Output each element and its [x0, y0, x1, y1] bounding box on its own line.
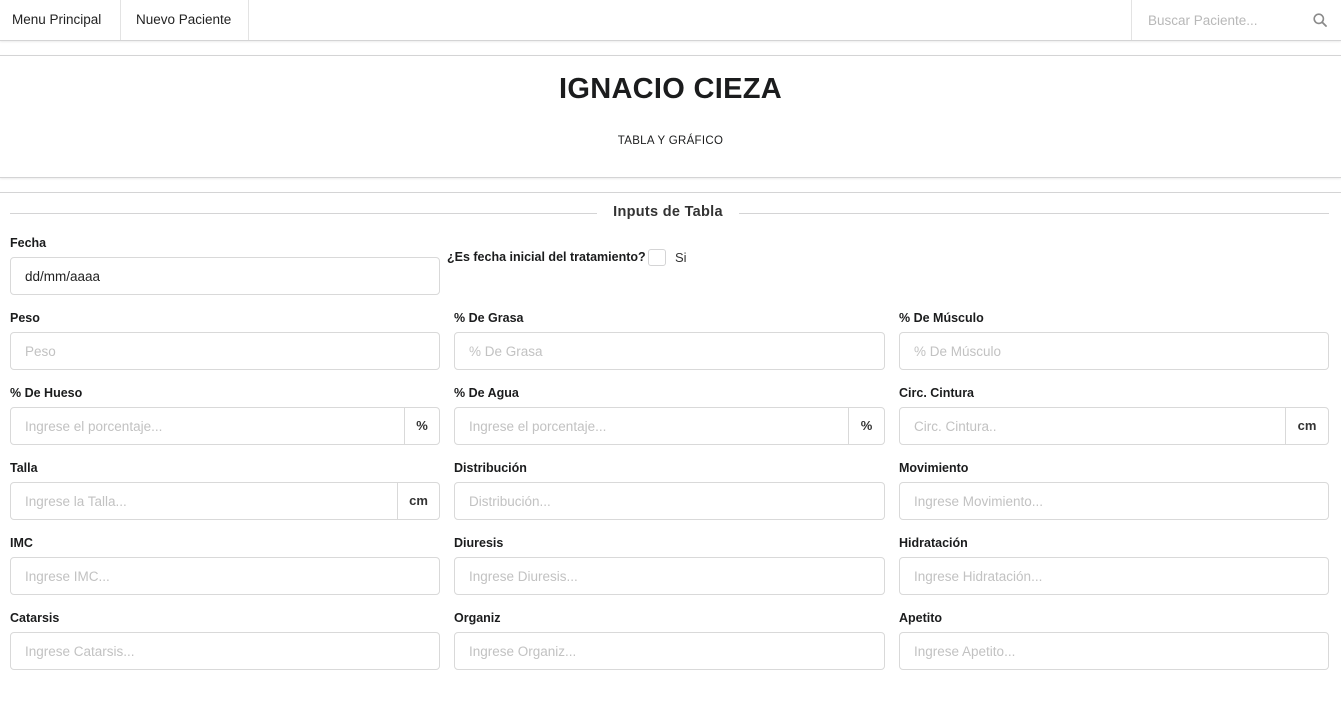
grasa-label: % De Grasa — [454, 311, 524, 325]
fecha-label: Fecha — [10, 236, 47, 250]
diuresis-label: Diuresis — [454, 536, 504, 550]
divider-line-left — [10, 213, 597, 214]
hidratacion-input[interactable] — [899, 557, 1329, 595]
organiz-label: Organiz — [454, 611, 501, 625]
nav-menu-principal[interactable]: Menu Principal — [0, 0, 121, 40]
musculo-input[interactable] — [899, 332, 1329, 370]
hueso-label: % De Hueso — [10, 386, 83, 400]
distribucion-label: Distribución — [454, 461, 527, 475]
hidratacion-label: Hidratación — [899, 536, 968, 550]
peso-label: Peso — [10, 311, 40, 325]
agua-unit-label: % — [848, 407, 885, 445]
imc-label: IMC — [10, 536, 33, 550]
section-subtitle: TABLA Y GRÁFICO — [617, 135, 724, 147]
grasa-input[interactable] — [454, 332, 885, 370]
talla-input[interactable] — [10, 482, 398, 520]
peso-input[interactable] — [10, 332, 440, 370]
fecha-input[interactable] — [10, 257, 440, 295]
catarsis-label: Catarsis — [10, 611, 60, 625]
patient-name: IGNACIO CIEZA — [558, 73, 782, 105]
fecha-inicial-question: ¿Es fecha inicial del tratamiento? — [447, 250, 646, 264]
apetito-input[interactable] — [899, 632, 1329, 670]
top-menu: Menu Principal Nuevo Paciente — [0, 0, 1341, 41]
form-divider-title: Inputs de Tabla — [613, 204, 723, 220]
search-icon[interactable] — [1313, 13, 1327, 27]
distribucion-input[interactable] — [454, 482, 885, 520]
catarsis-input[interactable] — [10, 632, 440, 670]
agua-label: % De Agua — [454, 386, 519, 400]
talla-unit-label: cm — [397, 482, 440, 520]
nav-nuevo-paciente[interactable]: Nuevo Paciente — [121, 0, 249, 40]
hueso-unit-label: % — [404, 407, 440, 445]
divider-line-right — [739, 213, 1329, 214]
cintura-unit-label: cm — [1285, 407, 1329, 445]
movimiento-input[interactable] — [899, 482, 1329, 520]
diuresis-input[interactable] — [454, 557, 885, 595]
search-box — [1131, 0, 1341, 40]
fecha-inicial-option-label[interactable]: Si — [675, 250, 687, 265]
fecha-inicial-checkbox[interactable] — [648, 249, 666, 266]
musculo-label: % De Músculo — [899, 311, 984, 325]
search-input[interactable] — [1132, 0, 1307, 40]
agua-input[interactable] — [454, 407, 849, 445]
cintura-input[interactable] — [899, 407, 1286, 445]
imc-input[interactable] — [10, 557, 440, 595]
apetito-label: Apetito — [899, 611, 943, 625]
patient-header: IGNACIO CIEZA TABLA Y GRÁFICO — [0, 55, 1341, 178]
cintura-label: Circ. Cintura — [899, 386, 975, 400]
movimiento-label: Movimiento — [899, 461, 969, 475]
hueso-input[interactable] — [10, 407, 405, 445]
talla-label: Talla — [10, 461, 38, 475]
organiz-input[interactable] — [454, 632, 885, 670]
